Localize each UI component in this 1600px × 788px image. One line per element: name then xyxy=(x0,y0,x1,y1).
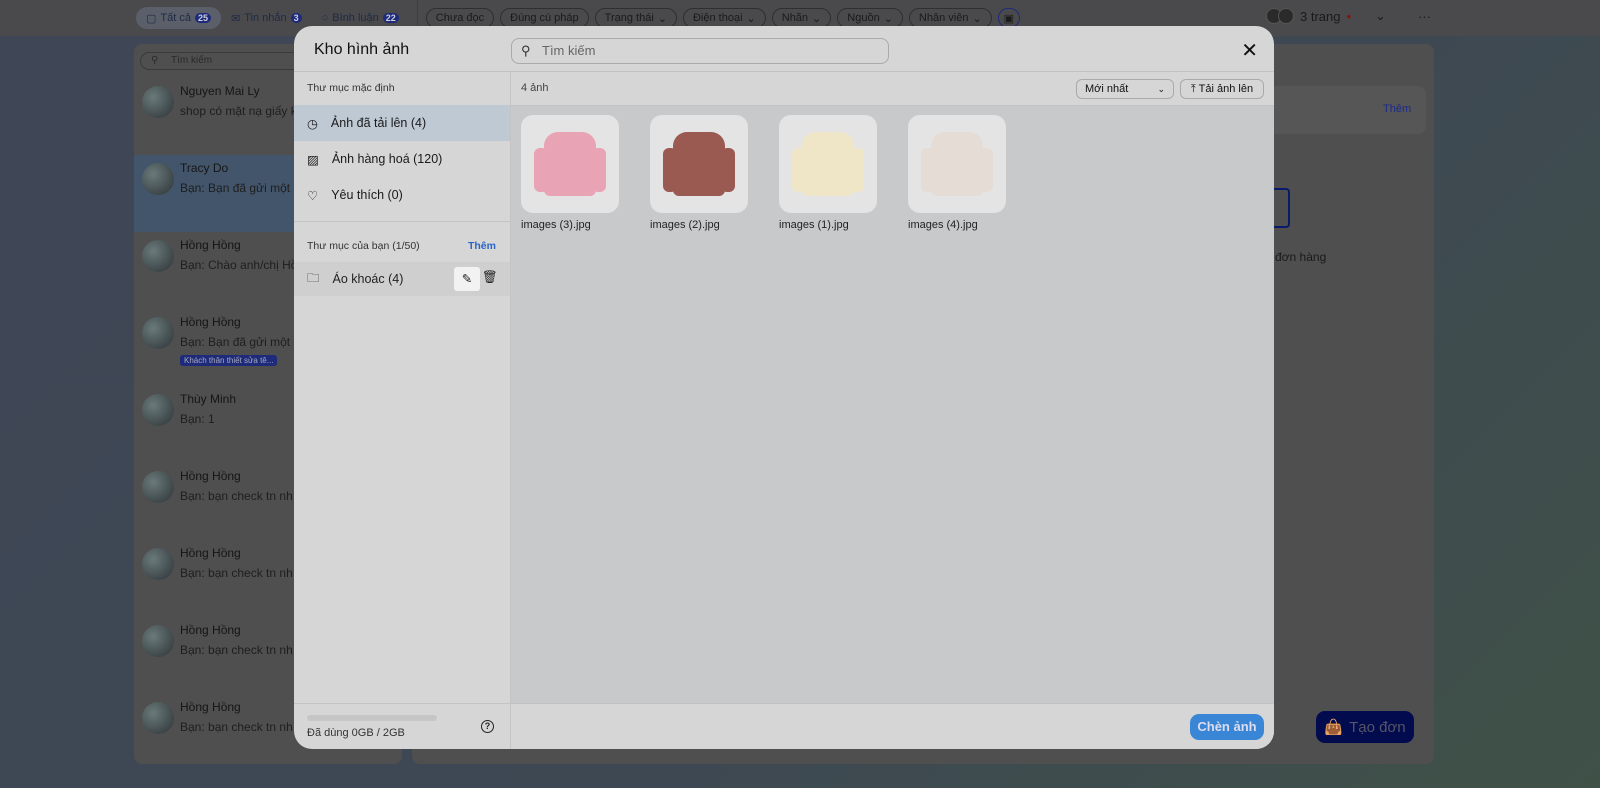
avatar xyxy=(142,86,174,118)
help-icon[interactable]: ? xyxy=(481,720,494,733)
bag-icon: 👜 xyxy=(1324,719,1344,736)
create-order-button[interactable]: 👜 Tạo đơn xyxy=(1316,711,1414,743)
image-item[interactable]: images (3).jpg xyxy=(521,115,619,231)
filter-status[interactable]: Trạng thái ⌄ xyxy=(594,8,677,28)
more-icon[interactable]: ··· xyxy=(1418,9,1431,24)
default-folders-heading: Thư mục mặc định xyxy=(307,82,395,94)
chevron-down-icon: ⌄ xyxy=(883,12,893,25)
image-count: 4 ảnh xyxy=(521,82,549,94)
upload-icon: ⤒ xyxy=(1190,83,1196,95)
jacket-photo xyxy=(921,132,993,196)
image-area: 4 ảnh Mới nhất ⌄ ⤒ Tải ảnh lên images (3)… xyxy=(511,72,1274,749)
avatar xyxy=(142,240,174,272)
image-item[interactable]: images (1).jpg xyxy=(779,115,877,231)
image-filename: images (1).jpg xyxy=(779,219,849,231)
folder-favorites[interactable]: ♡ Yêu thích (0) xyxy=(294,177,510,213)
avatar xyxy=(142,163,174,195)
more-link[interactable]: Thêm xyxy=(1383,103,1411,115)
jacket-photo xyxy=(663,132,735,196)
image-thumbnail[interactable] xyxy=(521,115,619,213)
jacket-photo xyxy=(792,132,864,196)
image-search-input[interactable]: ⚲ Tìm kiếm xyxy=(511,38,889,64)
storage-progress xyxy=(307,715,437,721)
insert-image-button[interactable]: Chèn ảnh xyxy=(1190,714,1264,740)
sort-select[interactable]: Mới nhất ⌄ xyxy=(1076,79,1174,99)
your-folders-heading: Thư mục của bạn (1/50) xyxy=(307,240,420,252)
chevron-down-icon: ⌄ xyxy=(812,12,822,25)
image-item[interactable]: images (4).jpg xyxy=(908,115,1006,231)
folder-uploaded[interactable]: ◷ Ảnh đã tải lên (4) xyxy=(294,105,510,141)
heart-icon: ♡ xyxy=(307,188,319,203)
edit-icon[interactable]: ✎ xyxy=(454,267,480,291)
chevron-down-icon: ⌄ xyxy=(972,12,982,25)
image-thumbnail[interactable] xyxy=(779,115,877,213)
count-badge: 22 xyxy=(382,13,399,23)
folder-icon: 🗀 xyxy=(307,270,320,285)
image-thumbnail[interactable] xyxy=(650,115,748,213)
folder-sidebar: Thư mục mặc định ◷ Ảnh đã tải lên (4) ▨ Ản… xyxy=(294,72,511,749)
avatar xyxy=(142,394,174,426)
filter-source[interactable]: Nguồn ⌄ xyxy=(837,8,903,28)
upload-button[interactable]: ⤒ Tải ảnh lên xyxy=(1180,79,1264,99)
image-filename: images (4).jpg xyxy=(908,219,978,231)
avatar xyxy=(142,548,174,580)
filter-staff[interactable]: Nhân viên ⌄ xyxy=(908,8,992,28)
jacket-photo xyxy=(534,132,606,196)
avatar xyxy=(1278,8,1294,24)
chevron-down-icon: ⌄ xyxy=(746,12,756,25)
trash-icon[interactable]: 🗑 xyxy=(482,270,498,285)
filter-unread[interactable]: Chưa đọc xyxy=(425,8,495,28)
avatar xyxy=(142,625,174,657)
folder-jackets[interactable]: 🗀 Áo khoác (4) ✎ 🗑 xyxy=(294,262,510,296)
filter-phone[interactable]: Điện thoại ⌄ xyxy=(682,8,766,28)
filter-syntax[interactable]: Đúng cú pháp xyxy=(500,8,589,28)
close-icon[interactable]: ✕ xyxy=(1241,38,1258,63)
search-icon: ⚲ xyxy=(521,43,531,58)
calendar-icon: ▣ xyxy=(1003,12,1015,25)
image-filename: images (3).jpg xyxy=(521,219,591,231)
comment-icon: ○ xyxy=(321,12,329,24)
count-badge: 3 xyxy=(290,13,302,23)
page-selector[interactable]: 3 trang • ⌄ ··· xyxy=(1266,8,1431,24)
empty-orders-text: đơn hàng xyxy=(1275,250,1327,264)
avatar xyxy=(142,471,174,503)
chevron-down-icon: ⌄ xyxy=(1157,84,1165,94)
storage-used-text: Đã dùng 0GB / 2GB xyxy=(307,727,405,739)
chevron-down-icon[interactable]: ⌄ xyxy=(1375,8,1386,24)
mail-icon: ✉ xyxy=(231,12,241,25)
search-icon: ⚲ xyxy=(151,55,159,66)
filter-label[interactable]: Nhãn ⌄ xyxy=(771,8,832,28)
chevron-down-icon: ⌄ xyxy=(657,12,667,25)
count-badge: 25 xyxy=(194,13,211,23)
image-thumbnail[interactable] xyxy=(908,115,1006,213)
modal-title: Kho hình ảnh xyxy=(314,41,410,58)
folder-products[interactable]: ▨ Ảnh hàng hoá (120) xyxy=(294,141,510,177)
image-filename: images (2).jpg xyxy=(650,219,720,231)
calendar-filter-button[interactable]: ▣ xyxy=(997,8,1021,28)
status-dot: • xyxy=(1346,8,1352,24)
avatar xyxy=(142,317,174,349)
image-item[interactable]: images (2).jpg xyxy=(650,115,748,231)
customer-tag: Khách thân thiết sửa tê... xyxy=(180,355,278,366)
add-folder-button[interactable]: Thêm xyxy=(468,240,496,252)
tab-all[interactable]: ▢ Tất cả 25 xyxy=(136,7,221,29)
image-icon: ▨ xyxy=(307,152,319,167)
avatar xyxy=(142,702,174,734)
clock-icon: ◷ xyxy=(307,116,318,131)
chat-icon: ▢ xyxy=(146,12,157,25)
image-library-modal: Kho hình ảnh ⚲ Tìm kiếm ✕ Thư mục mặc địn… xyxy=(294,26,1274,749)
